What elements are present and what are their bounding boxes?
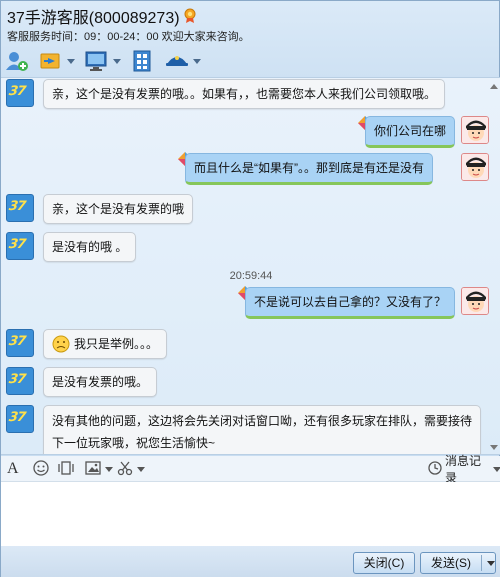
scroll-up-arrow[interactable] [490, 84, 498, 89]
image-icon [85, 460, 101, 478]
message-input[interactable] [1, 482, 500, 546]
message-timestamp: 20:59:44 [229, 270, 273, 282]
user-avatar[interactable] [461, 153, 489, 181]
chevron-down-icon [493, 466, 500, 472]
window-title: 37手游客服(800089273) [7, 10, 180, 27]
chat-message: 我只是举例。。。 [43, 329, 168, 359]
chevron-down-icon [105, 466, 113, 472]
transfer-file-icon [39, 50, 63, 72]
chat-message: 而且什么是“如果有”。。那到底是有还是没有 [185, 153, 433, 185]
chevron-down-icon [137, 466, 145, 472]
action-bar: 关闭(C) 发送(S) [1, 546, 500, 577]
chat-message: 你们公司在哪 [365, 116, 456, 148]
agent-avatar[interactable]: 37 [6, 329, 34, 357]
message-history-button[interactable]: 消息记录 [428, 454, 500, 485]
chat-message: 是没有的哦 。 [43, 232, 137, 262]
vip-badge-icon [183, 8, 197, 24]
remote-desktop-icon [85, 50, 109, 72]
chat-message: 亲，这个是没有发票的哦 [43, 194, 194, 224]
main-toolbar [5, 47, 211, 75]
image-button[interactable] [85, 460, 113, 478]
scroll-down-arrow[interactable] [490, 445, 498, 450]
chat-message: 没有其他的问题，这边将会先关闭对话窗口呦，还有很多玩家在排队，需要接待 下一位玩… [43, 405, 482, 454]
close-button[interactable]: 关闭(C) [353, 552, 415, 574]
input-toolbar: A 消息记录 [1, 454, 500, 485]
send-options-chevron-icon[interactable] [487, 561, 495, 566]
sad-face-icon [52, 335, 70, 353]
scissors-icon [117, 460, 133, 479]
chat-message-text: 我只是举例。。。 [74, 337, 159, 351]
chat-message: 是没有发票的哦。 [43, 367, 158, 397]
remote-desktop-button[interactable] [85, 49, 121, 73]
user-avatar[interactable] [461, 287, 489, 315]
agent-avatar[interactable]: 37 [6, 405, 34, 433]
shake-button[interactable] [57, 460, 75, 478]
user-status-icon [165, 50, 189, 72]
send-button-divider [481, 555, 482, 571]
agent-avatar[interactable]: 37 [6, 79, 34, 107]
font-button[interactable]: A [7, 460, 19, 478]
user-avatar[interactable] [461, 116, 489, 144]
transfer-file-button[interactable] [39, 49, 75, 73]
send-button-label: 发送(S) [431, 556, 471, 570]
agent-avatar[interactable]: 37 [6, 232, 34, 260]
send-button[interactable]: 发送(S) [420, 552, 496, 574]
service-hours-text: 客服服务时间：09：00-24：00 欢迎大家来咨询。 [7, 31, 250, 43]
agent-avatar[interactable]: 37 [6, 194, 34, 222]
user-status-button[interactable] [165, 49, 201, 73]
font-icon: A [7, 460, 19, 477]
shake-window-icon [57, 460, 75, 479]
chevron-down-icon [67, 58, 75, 64]
title-bar: 37手游客服(800089273) [7, 5, 197, 27]
chat-history[interactable]: 37 亲，这个是没有发票的哦。。如果有，，也需要您本人来我们公司领取哦。 你们公… [1, 77, 500, 455]
smiley-icon [33, 459, 49, 479]
app-grid-icon [131, 50, 155, 72]
screenshot-button[interactable] [117, 460, 145, 478]
chat-window: 37手游客服(800089273) 客服服务时间：09：00-24：00 欢迎大… [0, 0, 500, 577]
message-history-label: 消息记录 [445, 454, 482, 485]
app-grid-button[interactable] [131, 49, 155, 73]
chat-message-line: 没有其他的问题，这边将会先关闭对话窗口呦，还有很多玩家在排队，需要接待 [52, 414, 473, 428]
chat-message-line: 下一位玩家哦，祝您生活愉快~ [52, 436, 216, 450]
add-contact-button[interactable] [5, 49, 29, 73]
agent-avatar[interactable]: 37 [6, 367, 34, 395]
chevron-down-icon [113, 58, 121, 64]
emoji-button[interactable] [33, 459, 49, 479]
clock-icon [428, 460, 442, 478]
chat-message: 不是说可以去自己拿的？又没有了？ [245, 287, 456, 319]
add-contact-icon [5, 50, 29, 72]
chevron-down-icon [193, 58, 201, 64]
chat-message: 亲，这个是没有发票的哦。。如果有，，也需要您本人来我们公司领取哦。 [43, 79, 446, 109]
